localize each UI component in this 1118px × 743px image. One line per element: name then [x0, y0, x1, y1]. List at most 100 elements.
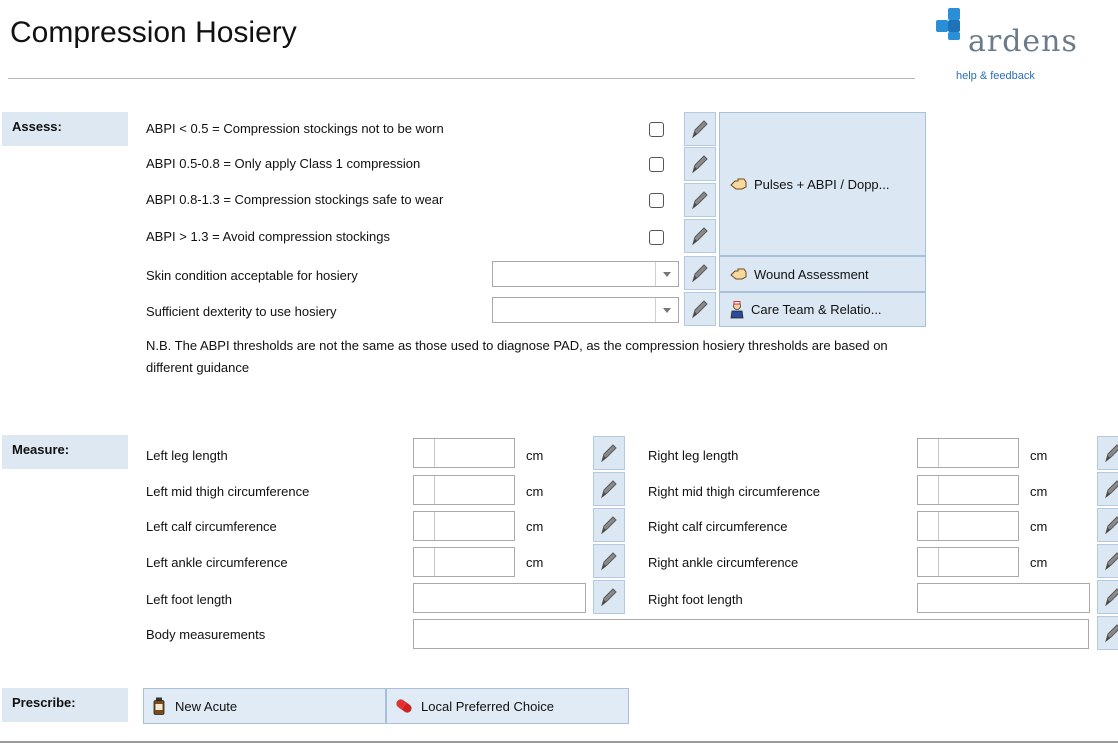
skin-condition-label: Skin condition acceptable for hosiery [146, 268, 358, 283]
abpi-row-1-label: ABPI < 0.5 = Compression stockings not t… [146, 121, 444, 136]
abpi-row-3-checkbox[interactable] [649, 193, 664, 208]
dexterity-label: Sufficient dexterity to use hosiery [146, 304, 337, 319]
unit-cm: cm [526, 555, 544, 570]
edit-right-foot-length-button[interactable] [1097, 580, 1118, 614]
right-calf-input[interactable] [917, 511, 1019, 541]
pencil-icon [692, 264, 708, 283]
medicine-bottle-icon [153, 697, 165, 715]
pencil-icon [692, 120, 708, 139]
right-ankle-input[interactable] [917, 547, 1019, 577]
pencil-icon [1105, 552, 1118, 571]
pencil-icon [601, 480, 617, 499]
abpi-row-4-label: ABPI > 1.3 = Avoid compression stockings [146, 229, 391, 244]
ardens-brand: ardens [968, 24, 1078, 59]
pencil-icon [601, 516, 617, 535]
pencil-icon [692, 155, 708, 174]
edit-dexterity-button[interactable] [684, 292, 716, 326]
abpi-row-3-label: ABPI 0.8-1.3 = Compression stockings saf… [146, 192, 444, 207]
edit-body-measurements-button[interactable] [1097, 616, 1118, 650]
edit-left-leg-length-button[interactable] [593, 436, 625, 470]
page-title: Compression Hosiery [10, 16, 297, 49]
edit-left-foot-length-button[interactable] [593, 580, 625, 614]
pencil-icon [1105, 588, 1118, 607]
pulses-abpi-doppler-button[interactable]: Pulses + ABPI / Dopp... [719, 112, 926, 256]
left-foot-length-label: Left foot length [146, 592, 233, 607]
unit-cm: cm [526, 484, 544, 499]
care-team-button-label: Care Team & Relatio... [751, 302, 882, 317]
local-preferred-choice-button[interactable]: Local Preferred Choice [386, 688, 629, 724]
assess-section-label: Assess: [2, 112, 128, 146]
abpi-row-2-checkbox[interactable] [649, 157, 664, 172]
abpi-row-4-checkbox[interactable] [649, 230, 664, 245]
edit-abpi-3-button[interactable] [684, 183, 716, 217]
pencil-icon [1105, 444, 1118, 463]
skin-condition-dropdown[interactable] [492, 261, 679, 287]
pulses-button-label: Pulses + ABPI / Dopp... [754, 176, 890, 192]
edit-abpi-2-button[interactable] [684, 147, 716, 181]
unit-cm: cm [1030, 519, 1048, 534]
new-acute-button[interactable]: New Acute [143, 688, 386, 724]
prescribe-section-label: Prescribe: [2, 688, 128, 722]
right-leg-length-input[interactable] [917, 438, 1019, 468]
wound-assessment-button[interactable]: Wound Assessment [719, 256, 926, 292]
body-measurements-input[interactable] [413, 619, 1089, 649]
edit-abpi-1-button[interactable] [684, 112, 716, 146]
left-mid-thigh-input[interactable] [413, 475, 515, 505]
left-calf-input[interactable] [413, 511, 515, 541]
measure-section-label: Measure: [2, 435, 128, 469]
left-ankle-input[interactable] [413, 547, 515, 577]
edit-right-leg-length-button[interactable] [1097, 436, 1118, 470]
edit-left-mid-thigh-button[interactable] [593, 472, 625, 506]
left-leg-length-input[interactable] [413, 438, 515, 468]
right-ankle-label: Right ankle circumference [648, 555, 799, 570]
chevron-down-icon[interactable] [655, 262, 678, 286]
right-calf-label: Right calf circumference [648, 519, 788, 534]
pencil-icon [692, 227, 708, 246]
pill-capsule-icon [395, 698, 413, 714]
unit-cm: cm [526, 519, 544, 534]
right-edit-column [1097, 436, 1118, 652]
pencil-icon [601, 552, 617, 571]
pencil-icon [1105, 624, 1118, 643]
right-mid-thigh-input[interactable] [917, 475, 1019, 505]
abpi-note: N.B. The ABPI thresholds are not the sam… [146, 338, 888, 375]
pencil-icon [692, 300, 708, 319]
abpi-row-1-checkbox[interactable] [649, 122, 664, 137]
right-foot-length-label: Right foot length [648, 592, 743, 607]
left-ankle-label: Left ankle circumference [146, 555, 288, 570]
pencil-icon [601, 444, 617, 463]
pointing-hand-icon [730, 267, 748, 281]
right-foot-length-input[interactable] [917, 583, 1090, 613]
abpi-row-2-label: ABPI 0.5-0.8 = Only apply Class 1 compre… [146, 156, 421, 171]
unit-cm: cm [1030, 555, 1048, 570]
title-divider [8, 78, 915, 79]
edit-left-calf-button[interactable] [593, 508, 625, 542]
pointing-hand-icon [730, 177, 748, 191]
pencil-icon [692, 191, 708, 210]
pencil-icon [1105, 480, 1118, 499]
unit-cm: cm [526, 448, 544, 463]
left-foot-length-input[interactable] [413, 583, 586, 613]
local-preferred-choice-label: Local Preferred Choice [421, 698, 554, 714]
pencil-icon [601, 588, 617, 607]
help-feedback-link[interactable]: help & feedback [956, 70, 1035, 82]
unit-cm: cm [1030, 484, 1048, 499]
left-mid-thigh-label: Left mid thigh circumference [146, 484, 310, 499]
chevron-down-icon[interactable] [655, 298, 678, 322]
new-acute-label: New Acute [175, 698, 238, 714]
pencil-icon [1105, 516, 1118, 535]
dexterity-dropdown[interactable] [492, 297, 679, 323]
body-measurements-label: Body measurements [146, 627, 266, 642]
edit-right-calf-button[interactable] [1097, 508, 1118, 542]
right-mid-thigh-label: Right mid thigh circumference [648, 484, 820, 499]
left-calf-label: Left calf circumference [146, 519, 277, 534]
edit-right-ankle-button[interactable] [1097, 544, 1118, 578]
care-team-relationships-button[interactable]: Care Team & Relatio... [719, 292, 926, 327]
right-leg-length-label: Right leg length [648, 448, 739, 463]
edit-left-ankle-button[interactable] [593, 544, 625, 578]
unit-cm: cm [1030, 448, 1048, 463]
edit-skin-condition-button[interactable] [684, 256, 716, 290]
edit-abpi-4-button[interactable] [684, 219, 716, 253]
left-leg-length-label: Left leg length [146, 448, 228, 463]
edit-right-mid-thigh-button[interactable] [1097, 472, 1118, 506]
